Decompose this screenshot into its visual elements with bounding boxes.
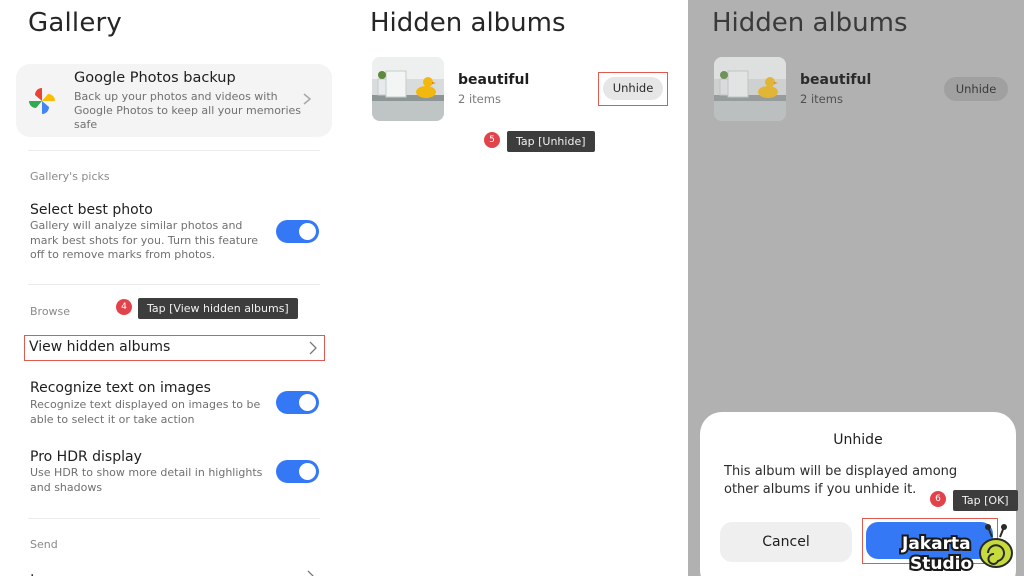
view-hidden-albums-label: View hidden albums [29, 339, 171, 355]
recognize-text-toggle[interactable] [276, 391, 319, 414]
jakarta-studio-logo: Jakarta Studio [899, 524, 1013, 576]
divider [28, 284, 320, 285]
unhide-button[interactable]: Unhide [944, 77, 1008, 101]
chevron-right-icon [307, 570, 314, 576]
backup-description: Back up your photos and videos with Goog… [74, 90, 302, 131]
instruction-tooltip: Tap [Unhide] [507, 131, 595, 152]
section-label-send: Send [30, 538, 58, 551]
hidden-albums-panel: Hidden albums beautiful 2 items Unhide 5… [340, 0, 688, 576]
step-badge: 5 [484, 132, 500, 148]
album-thumbnail[interactable] [714, 57, 786, 121]
cancel-button[interactable]: Cancel [720, 522, 852, 562]
recognize-text-description: Recognize text displayed on images to be… [30, 398, 261, 426]
divider [28, 150, 320, 151]
instruction-tooltip: Tap [View hidden albums] [138, 298, 298, 319]
album-name: beautiful [800, 72, 872, 88]
unhide-highlight: Unhide [598, 72, 668, 106]
watermark-line2: Studio [910, 554, 972, 574]
gallery-settings-panel: Gallery Google Photos backup Back up you… [0, 0, 340, 576]
page-title: Hidden albums [370, 8, 566, 38]
album-name: beautiful [458, 72, 530, 88]
select-best-photo-title: Select best photo [30, 202, 153, 218]
unhide-button[interactable]: Unhide [603, 77, 663, 100]
dialog-title: Unhide [833, 432, 883, 448]
recognize-text-title: Recognize text on images [30, 380, 211, 396]
send-option-partial[interactable]: · [30, 568, 34, 576]
pro-hdr-description: Use HDR to show more detail in highlight… [30, 466, 263, 494]
chevron-right-icon [303, 93, 312, 105]
step-badge: 6 [930, 491, 946, 507]
section-label-picks: Gallery's picks [30, 170, 110, 183]
pro-hdr-title: Pro HDR display [30, 449, 142, 465]
instruction-tooltip: Tap [OK] [953, 490, 1018, 511]
unhide-dialog-panel: Hidden albums beautiful 2 items Unhide U… [688, 0, 1024, 576]
album-thumbnail[interactable] [372, 57, 444, 121]
album-item-count: 2 items [800, 92, 843, 106]
section-label-browse: Browse [30, 305, 71, 318]
view-hidden-albums-item[interactable]: View hidden albums [24, 335, 325, 361]
divider [28, 518, 320, 519]
chevron-right-icon [309, 341, 317, 355]
step-badge: 4 [116, 299, 132, 315]
google-photos-icon [29, 88, 55, 114]
page-title: Hidden albums [712, 8, 908, 38]
select-best-photo-description: Gallery will analyze similar photos and … [30, 219, 259, 261]
album-thumbnail-image [372, 57, 444, 121]
album-item-count: 2 items [458, 92, 501, 106]
watermark-line1: Jakarta [901, 534, 971, 554]
google-photos-backup-card[interactable]: Google Photos backup Back up your photos… [16, 64, 332, 137]
select-best-photo-toggle[interactable] [276, 220, 319, 243]
pro-hdr-toggle[interactable] [276, 460, 319, 483]
page-title: Gallery [28, 8, 122, 38]
album-thumbnail-image [714, 57, 786, 121]
backup-title: Google Photos backup [74, 70, 236, 86]
